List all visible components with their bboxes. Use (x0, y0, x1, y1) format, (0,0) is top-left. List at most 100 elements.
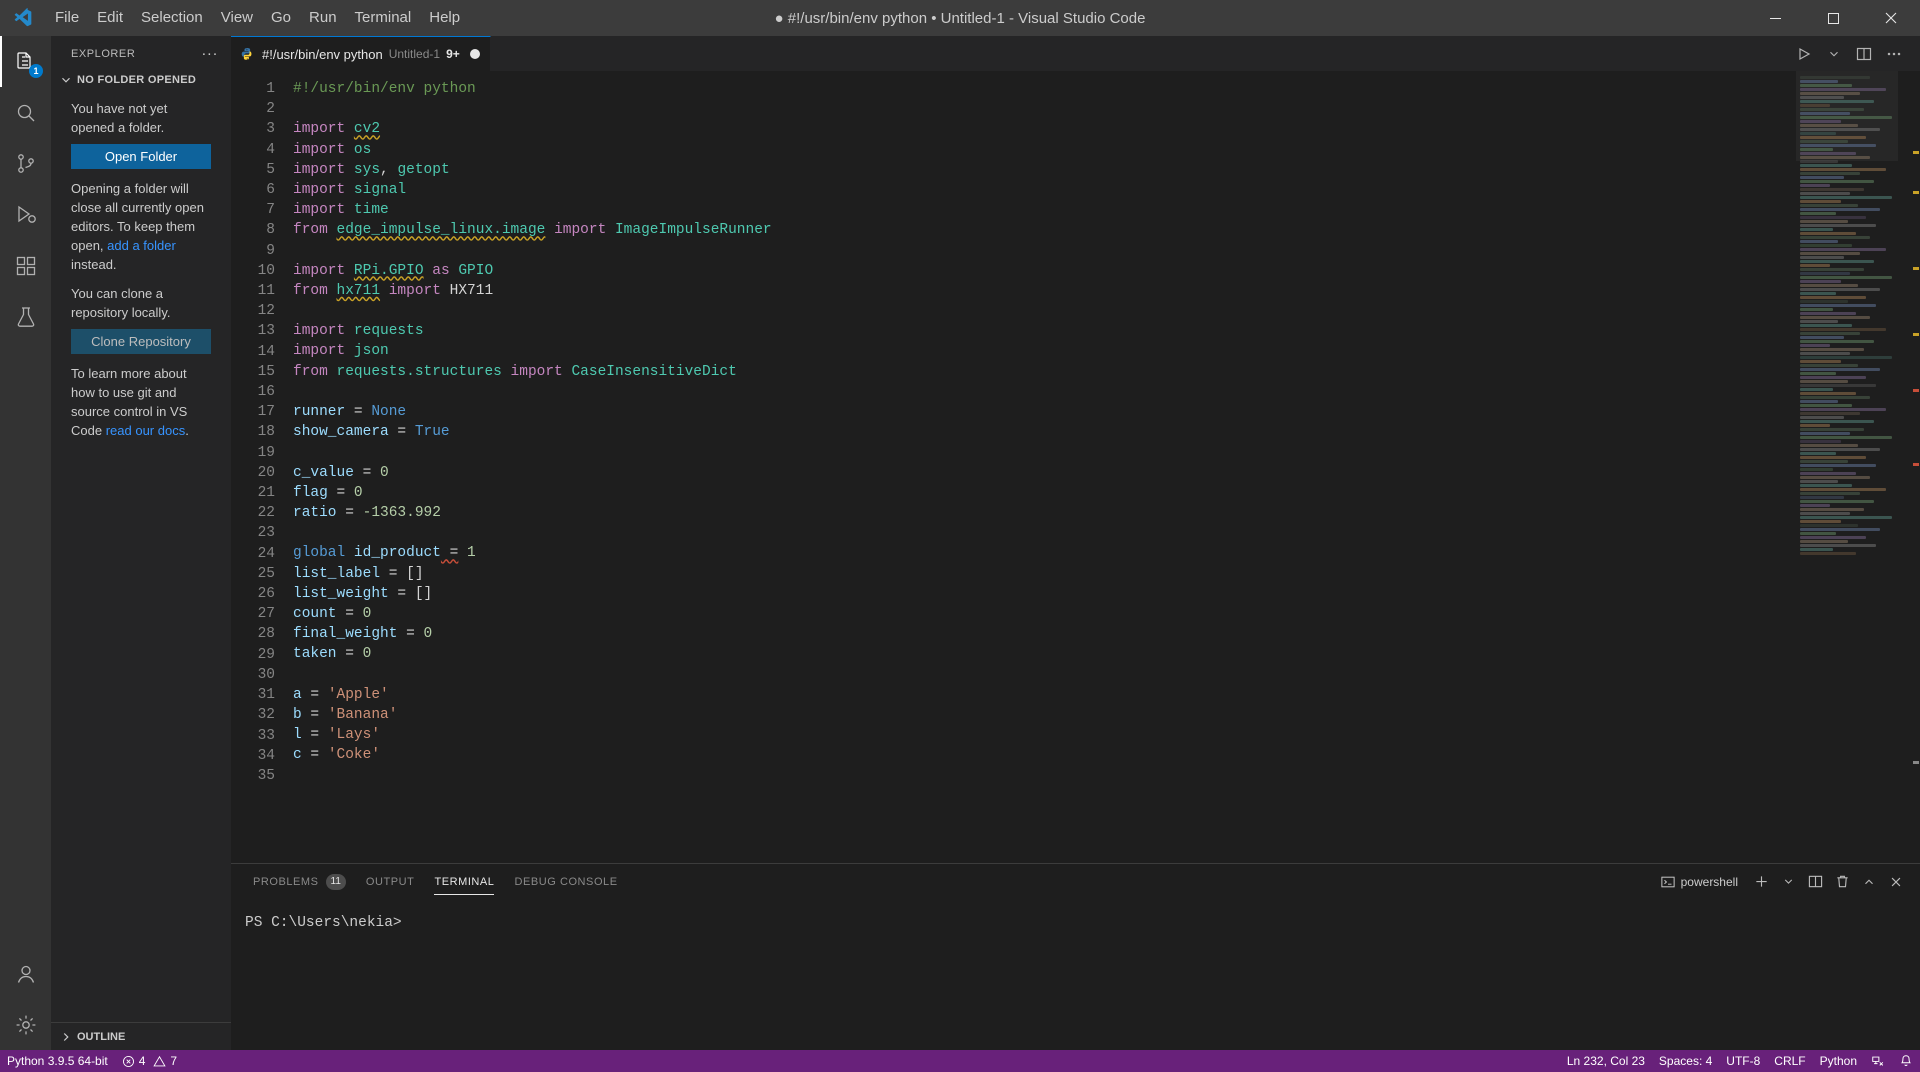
split-terminal-icon[interactable] (1803, 870, 1827, 894)
code-line[interactable]: list_label = [] (293, 564, 1796, 584)
section-outline[interactable]: OUTLINE (51, 1022, 231, 1050)
read-our-docs-link[interactable]: read our docs (106, 423, 186, 438)
code-line[interactable]: import time (293, 200, 1796, 220)
panel-tab-problems[interactable]: PROBLEMS 11 (243, 864, 356, 899)
code-line[interactable]: #!/usr/bin/env python (293, 79, 1796, 99)
code-line[interactable]: import requests (293, 321, 1796, 341)
minimap-line (1800, 140, 1848, 143)
code-line[interactable]: flag = 0 (293, 483, 1796, 503)
code-content[interactable]: #!/usr/bin/env python import cv2import o… (293, 71, 1796, 863)
code-line[interactable] (293, 382, 1796, 402)
code-line[interactable] (293, 523, 1796, 543)
chevron-down-icon (59, 73, 73, 87)
activity-explorer[interactable]: 1 (0, 36, 51, 87)
run-options-chevron-down-icon[interactable] (1820, 40, 1848, 68)
panel-tab-debug-console[interactable]: DEBUG CONSOLE (504, 864, 627, 899)
menu-item-help[interactable]: Help (420, 0, 469, 36)
code-line[interactable]: import os (293, 140, 1796, 160)
code-line[interactable] (293, 99, 1796, 119)
code-line[interactable]: from requests.structures import CaseInse… (293, 362, 1796, 382)
activity-accounts[interactable] (0, 948, 51, 999)
code-token: from (293, 364, 337, 380)
activity-settings[interactable] (0, 999, 51, 1050)
activity-extensions[interactable] (0, 240, 51, 291)
code-line[interactable]: runner = None (293, 402, 1796, 422)
menu-item-go[interactable]: Go (262, 0, 300, 36)
open-folder-button[interactable]: Open Folder (71, 144, 211, 169)
menu-item-selection[interactable]: Selection (132, 0, 212, 36)
terminal-dropdown-chevron-down-icon[interactable] (1776, 870, 1800, 894)
editor-tab-untitled-1[interactable]: #!/usr/bin/env python Untitled-1 9+ (231, 36, 491, 71)
code-line[interactable]: import sys, getopt (293, 160, 1796, 180)
terminal-shell-selector[interactable]: powershell (1661, 875, 1746, 889)
code-line[interactable]: import json (293, 341, 1796, 361)
menu-item-terminal[interactable]: Terminal (346, 0, 421, 36)
code-line[interactable]: import RPi.GPIO as GPIO (293, 261, 1796, 281)
status-editor-indentation[interactable]: Spaces: 4 (1652, 1050, 1719, 1072)
text-editor[interactable]: 1234567891011121314151617181920212223242… (231, 71, 1796, 863)
line-number: 15 (231, 362, 275, 382)
activity-search[interactable] (0, 87, 51, 138)
menu-item-edit[interactable]: Edit (88, 0, 132, 36)
code-line[interactable]: count = 0 (293, 604, 1796, 624)
run-python-file-button[interactable] (1790, 40, 1818, 68)
panel-tab-output[interactable]: OUTPUT (356, 864, 425, 899)
code-line[interactable] (293, 765, 1796, 785)
menu-item-file[interactable]: File (46, 0, 88, 36)
code-line[interactable]: final_weight = 0 (293, 624, 1796, 644)
status-editor-position[interactable]: Ln 232, Col 23 (1560, 1050, 1652, 1072)
code-line[interactable]: a = 'Apple' (293, 685, 1796, 705)
line-number: 14 (231, 342, 275, 362)
maximize-panel-chevron-up-icon[interactable] (1857, 870, 1881, 894)
more-actions-ellipsis-icon[interactable] (1880, 40, 1908, 68)
status-editor-eol[interactable]: CRLF (1767, 1050, 1812, 1072)
overview-error-mark (1913, 389, 1919, 392)
menu-item-view[interactable]: View (212, 0, 262, 36)
status-editor-language[interactable]: Python (1813, 1050, 1864, 1072)
terminal-output[interactable]: PS C:\Users\nekia> (231, 899, 1920, 1050)
activity-run-debug[interactable] (0, 189, 51, 240)
code-token: requests.structures (337, 364, 502, 380)
activity-source-control[interactable] (0, 138, 51, 189)
menu-item-run[interactable]: Run (300, 0, 346, 36)
code-line[interactable]: show_camera = True (293, 422, 1796, 442)
tab-dirty-indicator[interactable] (470, 49, 480, 59)
editor-scrollbar[interactable] (1906, 71, 1920, 863)
code-line[interactable]: import signal (293, 180, 1796, 200)
kill-terminal-trash-icon[interactable] (1830, 870, 1854, 894)
close-button[interactable] (1862, 0, 1920, 36)
clone-repository-button[interactable]: Clone Repository (71, 329, 211, 354)
section-no-folder-opened[interactable]: NO FOLDER OPENED (51, 71, 231, 89)
code-line[interactable]: c_value = 0 (293, 463, 1796, 483)
status-python-interpreter[interactable]: Python 3.9.5 64-bit (0, 1050, 115, 1072)
code-line[interactable]: global id_product = 1 (293, 543, 1796, 563)
code-line[interactable] (293, 664, 1796, 684)
code-line[interactable]: from edge_impulse_linux.image import Ima… (293, 220, 1796, 240)
status-editor-encoding[interactable]: UTF-8 (1719, 1050, 1767, 1072)
split-editor-icon[interactable] (1850, 40, 1878, 68)
panel-tab-terminal[interactable]: TERMINAL (424, 864, 504, 899)
minimize-button[interactable] (1746, 0, 1804, 36)
maximize-button[interactable] (1804, 0, 1862, 36)
code-line[interactable] (293, 442, 1796, 462)
code-line[interactable]: from hx711 import HX711 (293, 281, 1796, 301)
code-line[interactable]: import cv2 (293, 119, 1796, 139)
code-line[interactable]: ratio = -1363.992 (293, 503, 1796, 523)
minimap[interactable] (1796, 71, 1906, 863)
code-line[interactable]: l = 'Lays' (293, 725, 1796, 745)
activity-testing[interactable] (0, 291, 51, 342)
ellipsis-icon[interactable]: ··· (196, 48, 223, 60)
status-problems-summary[interactable]: 4 7 (115, 1050, 184, 1072)
add-a-folder-link[interactable]: add a folder (107, 238, 176, 253)
minimap-line (1800, 496, 1844, 499)
code-line[interactable] (293, 241, 1796, 261)
new-terminal-plus-icon[interactable] (1749, 870, 1773, 894)
status-notifications-bell-icon[interactable] (1892, 1050, 1920, 1072)
status-remote-indicator[interactable] (1864, 1050, 1892, 1072)
code-line[interactable]: list_weight = [] (293, 584, 1796, 604)
code-line[interactable]: b = 'Banana' (293, 705, 1796, 725)
code-line[interactable]: c = 'Coke' (293, 745, 1796, 765)
close-panel-close-icon[interactable] (1884, 870, 1908, 894)
code-line[interactable]: taken = 0 (293, 644, 1796, 664)
code-line[interactable] (293, 301, 1796, 321)
